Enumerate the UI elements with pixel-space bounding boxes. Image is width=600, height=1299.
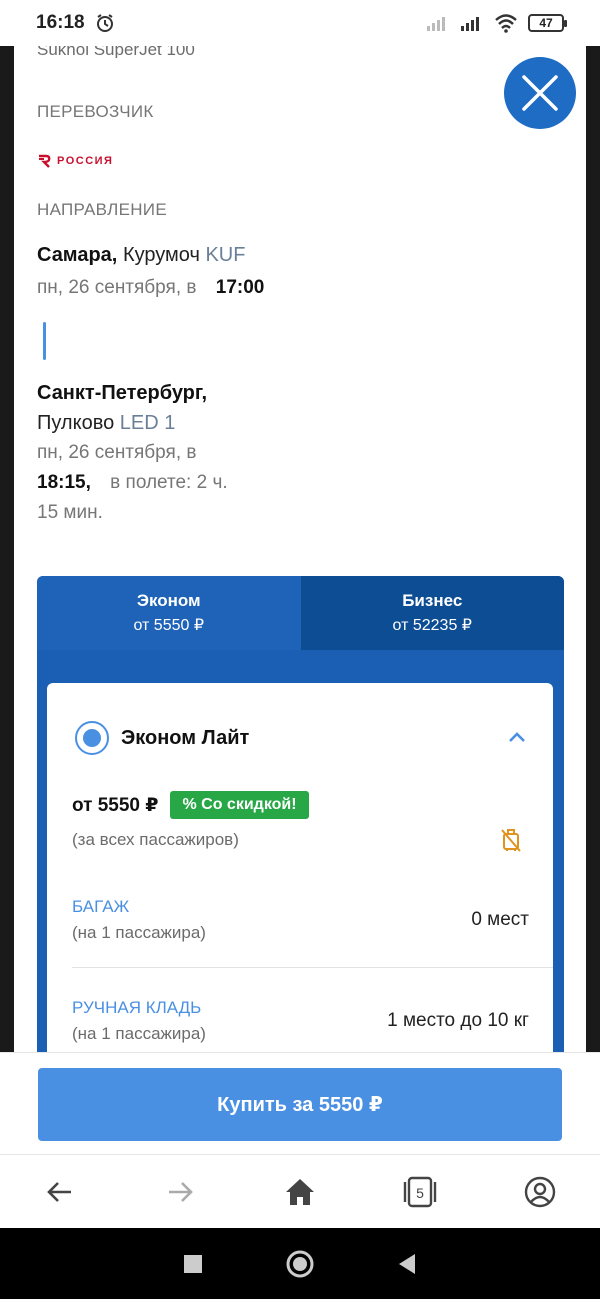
- status-bar: 16:18 47: [0, 0, 600, 46]
- profile-button[interactable]: [520, 1172, 560, 1212]
- radio-dot: [83, 729, 101, 747]
- baggage-row: БАГАЖ (на 1 пассажира) 0 мест: [47, 897, 553, 943]
- square-icon: [184, 1254, 203, 1273]
- rossiya-logo-icon: [39, 154, 51, 168]
- circle-icon: [286, 1250, 314, 1277]
- hand-luggage-label: РУЧНАЯ КЛАДЬ: [72, 998, 202, 1017]
- fare-selector: Эконом от 5550 ₽ Бизнес от 52235 ₽ Эконо…: [37, 576, 564, 1052]
- home-icon: [286, 1178, 314, 1205]
- home-button[interactable]: [280, 1172, 320, 1212]
- tab-economy-price: от 5550 ₽: [133, 617, 205, 634]
- browser-toolbar: 5: [0, 1154, 600, 1228]
- aircraft-model: Sukhoi SuperJet 100: [37, 46, 195, 58]
- arrow-right-icon: [169, 1181, 193, 1202]
- tab-economy[interactable]: Эконом от 5550 ₽: [37, 576, 301, 650]
- tabs-count: 5: [416, 1185, 424, 1201]
- profile-icon: [524, 1176, 556, 1207]
- baggage-value: 0 мест: [471, 909, 529, 930]
- carrier-logo: РОССИЯ: [37, 146, 563, 176]
- buy-button[interactable]: Купить за 5550 ₽: [38, 1068, 562, 1141]
- close-icon: [522, 75, 558, 111]
- departure-airport: Курумоч: [122, 244, 200, 266]
- tab-business[interactable]: Бизнес от 52235 ₽: [300, 576, 564, 650]
- tabs-button[interactable]: 5: [400, 1172, 440, 1212]
- status-time: 16:18: [36, 12, 85, 33]
- departure-time-line: пн, 26 сентября, в 17:00: [37, 274, 563, 302]
- arrow-left-icon: [47, 1181, 71, 1202]
- arrival-airport: Пулково: [37, 412, 115, 434]
- departure-iata: KUF: [205, 244, 246, 266]
- hand-luggage-value: 1 место до 10 кг: [387, 1010, 529, 1031]
- wifi-icon: [495, 14, 517, 33]
- tab-business-label: Бизнес: [402, 591, 463, 610]
- hand-luggage-sub: (на 1 пассажира): [72, 1024, 206, 1043]
- triangle-back-icon: [398, 1253, 415, 1274]
- fare-name: Эконом Лайт: [121, 726, 250, 749]
- departure-date: пн, 26 сентября, в: [37, 277, 197, 298]
- chevron-up-icon[interactable]: [507, 728, 527, 748]
- divider: [72, 967, 553, 968]
- system-back-button[interactable]: [392, 1249, 422, 1279]
- tab-economy-label: Эконом: [136, 591, 201, 610]
- route-line: [43, 322, 46, 360]
- price-note: (за всех пассажиров): [72, 830, 239, 849]
- baggage-label: БАГАЖ: [72, 897, 130, 916]
- buy-bar: Купить за 5550 ₽: [0, 1052, 600, 1154]
- fare-card-header[interactable]: Эконом Лайт: [47, 683, 553, 755]
- arrival-airport-line: Пулково LED 1: [37, 408, 563, 438]
- flight-details-page: Sukhoi SuperJet 100 ПЕРЕВОЗЧИК РОССИЯ НА…: [14, 46, 586, 1052]
- fare-card: Эконом Лайт от 5550 ₽ % Со скидкой! (за …: [47, 683, 553, 1052]
- direction-label: НАПРАВЛЕНИЕ: [37, 200, 167, 219]
- back-button[interactable]: [40, 1172, 80, 1212]
- arrival-date: пн, 26 сентября, в: [37, 442, 197, 463]
- forward-button[interactable]: [160, 1172, 200, 1212]
- departure-city: Самара,: [37, 244, 118, 266]
- flight-duration-minutes: 15 мин.: [37, 502, 103, 523]
- fare-price-row: от 5550 ₽ % Со скидкой!: [72, 791, 553, 819]
- battery-level: 47: [539, 16, 553, 30]
- alarm-icon: [96, 14, 113, 32]
- departure-time: 17:00: [215, 277, 265, 298]
- arrival-city: Санкт-Петербург,: [37, 382, 208, 404]
- hand-luggage-row: РУЧНАЯ КЛАДЬ (на 1 пассажира) 1 место до…: [47, 998, 553, 1044]
- fare-tabs: Эконом от 5550 ₽ Бизнес от 52235 ₽: [37, 576, 564, 650]
- arrival-time: 18:15,: [37, 472, 91, 493]
- no-baggage-icon: [501, 829, 521, 852]
- recents-button[interactable]: [178, 1249, 208, 1279]
- carrier-name: РОССИЯ: [57, 155, 114, 167]
- carrier-label: ПЕРЕВОЗЧИК: [37, 102, 154, 121]
- fare-radio-selected[interactable]: [75, 721, 109, 755]
- signal-off-icon: [427, 17, 445, 31]
- tabs-icon: 5: [403, 1176, 437, 1207]
- arrival-iata: LED 1: [119, 412, 176, 434]
- tab-business-price: от 52235 ₽: [392, 617, 472, 634]
- arrival-time-line: 18:15, в полете: 2 ч.: [37, 468, 563, 498]
- signal-icon: [461, 17, 479, 31]
- flight-duration: в полете: 2 ч.: [110, 472, 228, 493]
- discount-badge: % Со скидкой!: [170, 791, 309, 819]
- baggage-sub: (на 1 пассажира): [72, 923, 206, 942]
- close-button[interactable]: [504, 57, 576, 129]
- system-navigation-bar: [0, 1228, 600, 1299]
- price-note-row: (за всех пассажиров): [72, 827, 523, 853]
- departure-city-line: Самара, Курумоч KUF: [37, 242, 563, 268]
- fare-price: от 5550 ₽: [72, 794, 159, 816]
- battery-icon: 47: [528, 14, 567, 32]
- system-home-button[interactable]: [285, 1249, 315, 1279]
